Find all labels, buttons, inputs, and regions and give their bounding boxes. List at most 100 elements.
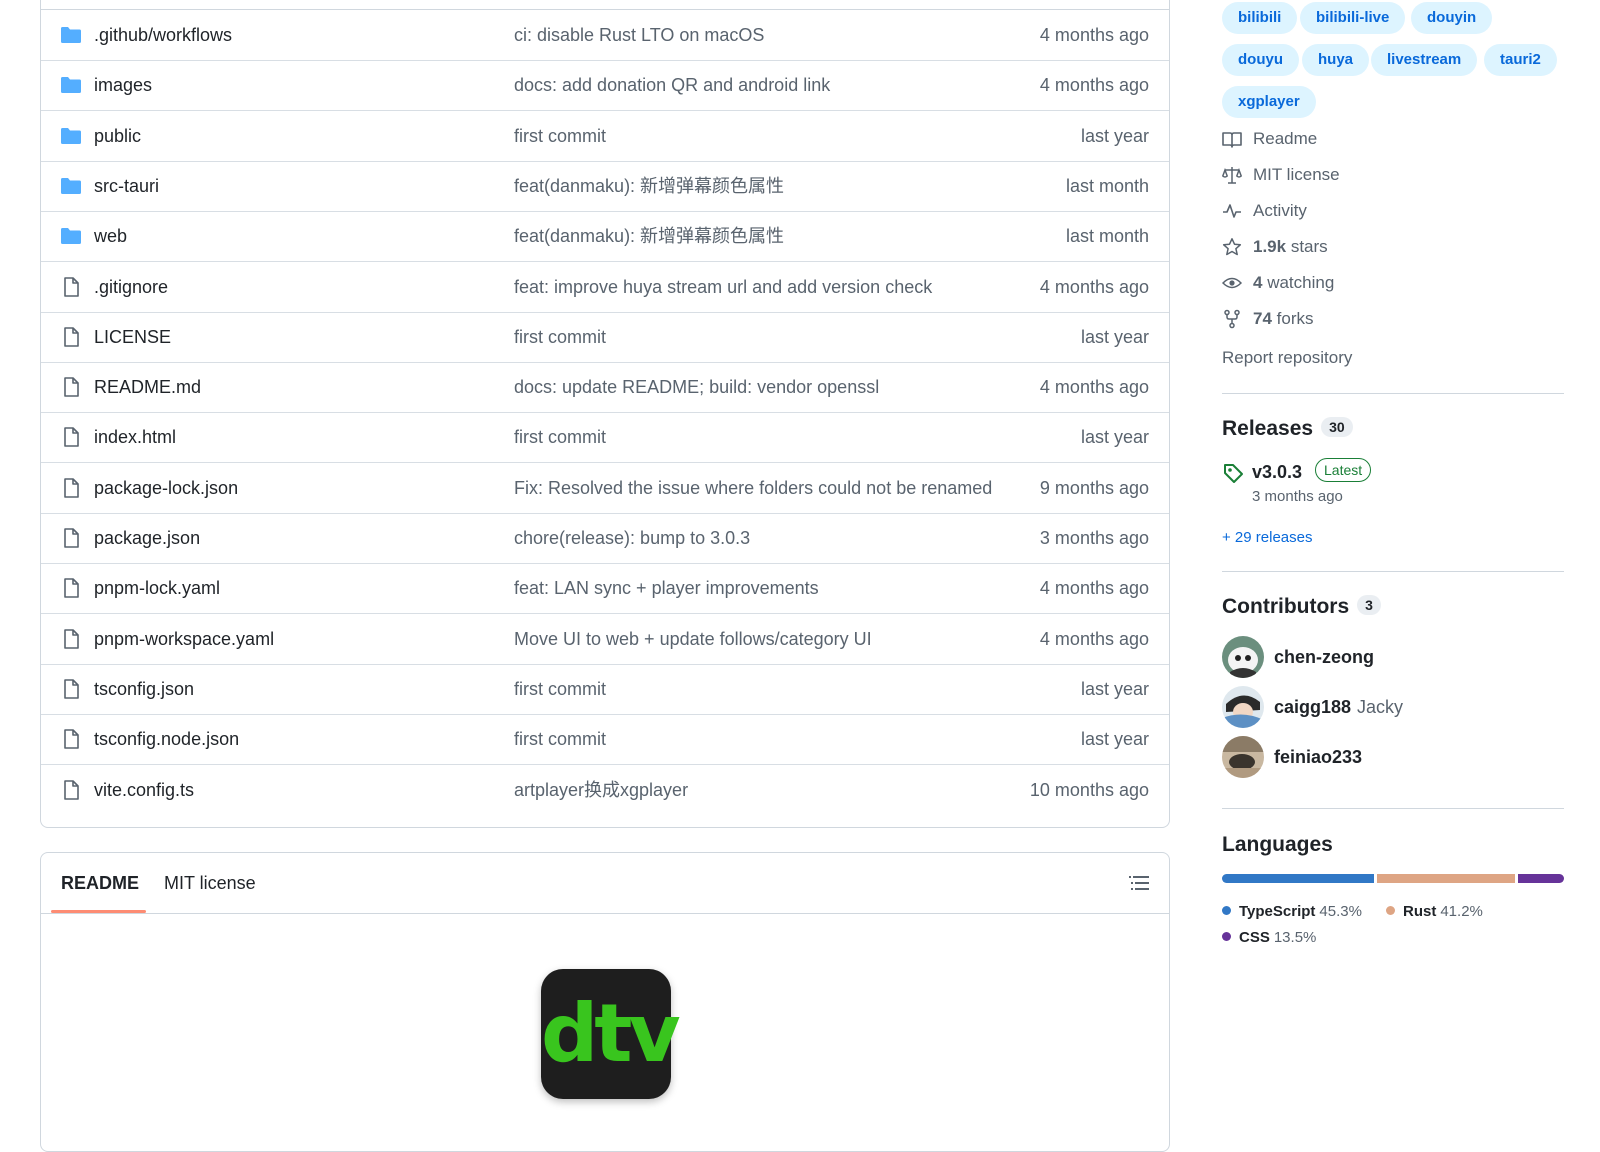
file-name-link[interactable]: README.md — [94, 362, 201, 412]
file-row[interactable]: .github/workflows ci: disable Rust LTO on… — [41, 10, 1169, 61]
commit-message-link[interactable]: first commit — [514, 714, 606, 764]
file-name-link[interactable]: .github/workflows — [94, 10, 232, 60]
tab-mit-license[interactable]: MIT license — [164, 853, 256, 913]
commit-message-link[interactable]: docs: add donation QR and android link — [514, 60, 830, 110]
file-row[interactable]: index.html first commit last year — [41, 412, 1169, 464]
commit-message-link[interactable]: ci: disable Rust LTO on macOS — [514, 10, 764, 60]
commit-message-link[interactable]: feat: improve huya stream url and add ve… — [514, 262, 932, 312]
file-icon — [60, 577, 82, 599]
file-name-link[interactable]: package.json — [94, 513, 200, 563]
forks-count: 74 — [1253, 309, 1272, 328]
commit-message-link[interactable]: first commit — [514, 312, 606, 362]
topic-tag[interactable]: bilibili — [1222, 2, 1298, 34]
stars-label: 1.9k stars — [1253, 233, 1328, 261]
file-name-link[interactable]: pnpm-workspace.yaml — [94, 614, 274, 664]
contributor-login[interactable]: chen-zeong — [1274, 636, 1374, 678]
language-bar-segment — [1517, 874, 1564, 883]
language-item[interactable]: Rust 41.2% — [1386, 902, 1483, 922]
list-icon[interactable] — [1129, 873, 1149, 893]
commit-date: last year — [1080, 125, 1149, 146]
language-item[interactable]: TypeScript 45.3% — [1222, 902, 1362, 922]
file-row[interactable]: public first commit last year — [41, 111, 1169, 162]
active-tab-underline — [51, 910, 146, 913]
language-name: TypeScript — [1239, 903, 1316, 920]
releases-heading[interactable]: Releases 30 — [1222, 417, 1353, 441]
commit-date: 10 months ago — [1029, 779, 1149, 800]
file-name-link[interactable]: src-tauri — [94, 161, 159, 211]
file-name-link[interactable]: package-lock.json — [94, 463, 238, 513]
topic-tag[interactable]: douyu — [1222, 44, 1299, 76]
avatar[interactable] — [1222, 686, 1264, 728]
commit-message-link[interactable]: feat(danmaku): 新增弹幕颜色属性 — [514, 211, 784, 261]
file-row[interactable]: pnpm-lock.yaml feat: LAN sync + player im… — [41, 563, 1169, 615]
report-repository-link[interactable]: Report repository — [1222, 348, 1352, 368]
forks-label: 74 forks — [1253, 305, 1314, 333]
file-row[interactable]: README.md docs: update README; build: ven… — [41, 362, 1169, 414]
file-name-link[interactable]: web — [94, 211, 127, 261]
divider — [1222, 393, 1564, 394]
file-row[interactable]: src-tauri feat(danmaku): 新增弹幕颜色属性 last mon… — [41, 161, 1169, 212]
topic-tag[interactable]: bilibili-live — [1300, 2, 1406, 34]
file-row[interactable]: package-lock.json Fix: Resolved the issue… — [41, 463, 1169, 514]
contributors-heading[interactable]: Contributors 3 — [1222, 595, 1381, 619]
avatar[interactable] — [1222, 736, 1264, 778]
file-icon — [60, 276, 82, 298]
language-item[interactable]: CSS 13.5% — [1222, 928, 1316, 948]
latest-release-version[interactable]: v3.0.3 — [1252, 462, 1302, 483]
commit-date: last year — [1080, 678, 1149, 699]
file-row[interactable]: .gitignore feat: improve huya stream url … — [41, 262, 1169, 313]
contributors-title: Contributors — [1222, 595, 1350, 618]
commit-message-link[interactable]: first commit — [514, 111, 606, 161]
commit-message-link[interactable]: feat(danmaku): 新增弹幕颜色属性 — [514, 161, 784, 211]
file-name-link[interactable]: LICENSE — [94, 312, 171, 362]
file-row[interactable]: tsconfig.json first commit last year — [41, 664, 1169, 715]
file-row[interactable]: pnpm-workspace.yaml Move UI to web + upda… — [41, 614, 1169, 665]
language-name: Rust — [1403, 903, 1437, 920]
file-name-link[interactable]: tsconfig.node.json — [94, 714, 239, 764]
divider — [1222, 571, 1564, 572]
language-percent: 41.2% — [1440, 903, 1483, 920]
file-name-link[interactable]: .gitignore — [94, 262, 168, 312]
commit-message-link[interactable]: first commit — [514, 412, 606, 462]
file-name-link[interactable]: pnpm-lock.yaml — [94, 563, 220, 613]
avatar[interactable] — [1222, 636, 1264, 678]
commit-message-link[interactable]: first commit — [514, 664, 606, 714]
file-name-link[interactable]: index.html — [94, 412, 176, 462]
file-name-link[interactable]: tsconfig.json — [94, 664, 194, 714]
file-row[interactable]: vite.config.ts artplayer换成xgplayer 10 mont… — [41, 765, 1169, 816]
contributor-login[interactable]: caigg188 Jacky — [1274, 686, 1403, 728]
commit-message-link[interactable]: artplayer换成xgplayer — [514, 765, 688, 815]
file-row[interactable]: tsconfig.node.json first commit last year — [41, 714, 1169, 766]
commit-message-link[interactable]: chore(release): bump to 3.0.3 — [514, 513, 750, 563]
tab-readme[interactable]: README — [61, 853, 139, 913]
topic-tag[interactable]: tauri2 — [1484, 44, 1557, 76]
commit-message-link[interactable]: feat: LAN sync + player improvements — [514, 563, 819, 613]
file-row[interactable]: LICENSE first commit last year — [41, 312, 1169, 363]
commit-message-link[interactable]: Fix: Resolved the issue where folders co… — [514, 463, 992, 513]
file-row[interactable]: web feat(danmaku): 新增弹幕颜色属性 last month — [41, 211, 1169, 263]
file-icon — [60, 426, 82, 448]
topic-tag[interactable]: douyin — [1411, 2, 1493, 34]
file-row[interactable]: package.json chore(release): bump to 3.0.… — [41, 513, 1169, 564]
commit-date: 3 months ago — [1039, 528, 1149, 548]
topic-tag[interactable]: huya — [1302, 44, 1370, 76]
commit-date: 4 months ago — [1039, 276, 1149, 297]
commit-message-link[interactable]: docs: update README; build: vendor opens… — [514, 362, 879, 412]
readme-label: Readme — [1253, 125, 1317, 153]
file-name-link[interactable]: public — [94, 111, 141, 161]
commit-date: 4 months ago — [1039, 25, 1149, 45]
tag-icon — [1222, 462, 1244, 484]
topic-tag[interactable]: livestream — [1371, 44, 1478, 76]
file-icon — [60, 728, 82, 750]
watching-label: 4 watching — [1253, 269, 1334, 297]
language-percent: 13.5% — [1273, 929, 1317, 946]
languages-title: Languages — [1222, 833, 1333, 856]
file-row[interactable]: images docs: add donation QR and android … — [41, 60, 1169, 112]
file-name-link[interactable]: images — [94, 60, 152, 110]
commit-message-link[interactable]: Move UI to web + update follows/category… — [514, 614, 872, 664]
commit-date: 4 months ago — [1039, 628, 1149, 649]
topic-tag[interactable]: xgplayer — [1222, 86, 1316, 118]
more-releases-link[interactable]: + 29 releases — [1222, 529, 1312, 546]
file-name-link[interactable]: vite.config.ts — [94, 765, 194, 815]
contributor-login[interactable]: feiniao233 — [1274, 736, 1362, 778]
